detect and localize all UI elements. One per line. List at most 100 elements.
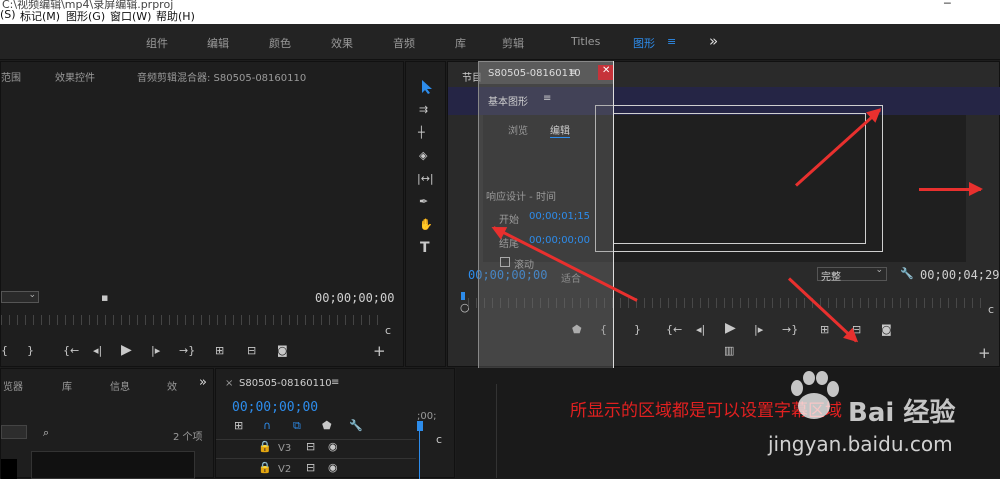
compare-view-icon[interactable]: ▥	[724, 344, 734, 357]
settings-small-icon[interactable]: ▪	[101, 291, 108, 304]
sync-icon-v3[interactable]: ⊟	[306, 440, 315, 453]
workspace-more-icon[interactable]: »	[709, 32, 718, 50]
title-safe-inner	[613, 113, 866, 244]
add-marker-icon[interactable]: ⬟	[322, 419, 332, 432]
timeline-playhead-line	[419, 429, 420, 479]
hand-tool-icon[interactable]: ✋	[419, 218, 433, 231]
workspace-tab-titles[interactable]: Titles	[571, 35, 600, 48]
program-playhead[interactable]	[461, 292, 465, 300]
lock-icon-v2[interactable]: 🔒	[258, 461, 272, 474]
tab-effects[interactable]: 效	[167, 378, 177, 393]
workspace-tab-effects[interactable]: 效果	[331, 35, 353, 51]
menu-item-marker[interactable]: 标记(M)	[20, 8, 60, 24]
baidu-paw-logo	[784, 370, 844, 426]
start-value[interactable]: 00;00;01;15	[529, 211, 590, 222]
annotation-arrow-2	[919, 182, 983, 196]
workspace-menu-icon[interactable]: ≡	[667, 35, 676, 48]
timeline-panel: × S80505-08160110 ≡ 00;00;00;00 ;00; ⊞ ∩…	[215, 368, 455, 479]
play-icon-program[interactable]: ▶	[725, 320, 736, 336]
add-button-icon-program[interactable]: +	[978, 344, 991, 362]
tab-edit[interactable]: 编辑	[550, 122, 570, 138]
track-label-v2: V2	[278, 464, 292, 475]
add-button-icon[interactable]: +	[373, 342, 386, 360]
roll-label: 滚动	[514, 260, 534, 271]
essential-graphics-menu-icon[interactable]: ≡	[569, 67, 577, 78]
tab-scopes[interactable]: 范围	[1, 69, 21, 84]
menu-item-window[interactable]: 窗口(W)	[110, 8, 151, 24]
clip-thumbnail[interactable]	[1, 459, 17, 479]
selection-tool-icon[interactable]	[420, 79, 434, 95]
menu-item-help[interactable]: 帮助(H)	[156, 8, 195, 24]
track-select-tool-icon[interactable]: ⇉	[419, 103, 428, 116]
export-frame-icon[interactable]: ◙	[277, 344, 288, 357]
lock-icon-v3[interactable]: 🔒	[258, 440, 272, 453]
mark-out-icon[interactable]: }	[27, 344, 34, 357]
essential-graphics-sequence: S80505-08160110	[488, 68, 581, 79]
ripple-edit-tool-icon[interactable]: ┼	[418, 126, 425, 139]
pen-tool-icon[interactable]: ✒	[419, 195, 428, 208]
insert-icon[interactable]: ⊞	[215, 344, 224, 357]
go-to-in-icon[interactable]: {←	[63, 344, 79, 357]
roll-checkbox[interactable]	[500, 257, 510, 267]
go-to-out-icon-program[interactable]: →}	[782, 323, 798, 336]
tab-libraries[interactable]: 库	[62, 378, 72, 393]
step-back-icon[interactable]: ◂|	[93, 344, 102, 357]
linked-selection-icon[interactable]: ⧉	[293, 419, 301, 433]
timeline-timecode[interactable]: 00;00;00;00	[232, 400, 318, 415]
watermark-url: jingyan.baidu.com	[768, 432, 953, 456]
project-panel: 览器 库 信息 效 » ⌕ 2 个项	[0, 368, 214, 479]
workspace-tab-graphics[interactable]: 图形	[633, 35, 655, 51]
slip-tool-icon[interactable]: |↔|	[417, 172, 434, 185]
tab-browse[interactable]: 浏览	[508, 122, 528, 137]
go-to-out-icon[interactable]: →}	[179, 344, 195, 357]
minimize-icon[interactable]: ─	[944, 0, 951, 10]
step-forward-icon-program[interactable]: |▸	[754, 323, 763, 336]
menu-bar: C:\视频编辑\mp4\录屏编辑.prproj (S) 标记(M) 图形(G) …	[0, 0, 1000, 24]
timeline-settings-icon[interactable]: 🔧	[349, 419, 363, 432]
find-icon[interactable]: ⌕	[43, 426, 49, 440]
zoom-dropdown[interactable]: ⌄	[1, 290, 39, 303]
source-ruler[interactable]	[1, 315, 385, 325]
eye-icon-v3[interactable]: ◉	[328, 440, 338, 453]
workspace-tab-color[interactable]: 颜色	[269, 35, 291, 51]
end-value[interactable]: 00;00;00;00	[529, 235, 590, 246]
workspace-tab-audio[interactable]: 音频	[393, 35, 415, 51]
workspace-tab-editing[interactable]: 编辑	[207, 35, 229, 51]
mark-out-icon-program[interactable]: }	[634, 323, 641, 336]
export-frame-icon-program[interactable]: ◙	[881, 323, 892, 336]
step-back-icon-program[interactable]: ◂|	[696, 323, 705, 336]
menu-item-graphics[interactable]: 图形(G)	[66, 8, 105, 24]
tab-media-browser[interactable]: 览器	[3, 378, 23, 393]
go-to-in-icon-program[interactable]: {←	[666, 323, 682, 336]
quality-dropdown[interactable]: 完整 ⌄	[817, 265, 887, 283]
step-forward-icon[interactable]: |▸	[151, 344, 160, 357]
essential-graphics-title-menu-icon[interactable]: ≡	[543, 93, 551, 104]
type-tool-icon[interactable]: T	[420, 240, 430, 256]
workspace-tab-libraries[interactable]: 库	[455, 35, 466, 51]
project-search-input[interactable]	[1, 425, 27, 439]
workspace-tab-clip[interactable]: 剪辑	[502, 35, 524, 51]
eye-icon-v2[interactable]: ◉	[328, 461, 338, 474]
clip-thumbnail-2[interactable]	[31, 451, 195, 479]
menu-item-sequence[interactable]: (S)	[0, 8, 16, 21]
workspace-tab-assembly[interactable]: 组件	[146, 35, 168, 51]
razor-tool-icon[interactable]: ◈	[419, 149, 427, 162]
tab-effect-controls[interactable]: 效果控件	[55, 69, 95, 84]
overwrite-icon[interactable]: ⊟	[247, 344, 256, 357]
responsive-design-time-heading: 响应设计 - 时间	[486, 192, 556, 203]
lift-icon[interactable]: ⊞	[820, 323, 829, 336]
timeline-playhead[interactable]	[417, 421, 423, 431]
sync-icon-v2[interactable]: ⊟	[306, 461, 315, 474]
panel-more-icon[interactable]: »	[199, 375, 207, 390]
mark-in-icon[interactable]: {	[1, 344, 8, 357]
timeline-sequence-tab[interactable]: S80505-08160110	[239, 378, 332, 389]
timeline-close-icon[interactable]: ×	[225, 378, 233, 389]
tab-info[interactable]: 信息	[110, 378, 130, 393]
snap-icon[interactable]: ∩	[263, 419, 271, 432]
tab-audio-clip-mixer[interactable]: 音频剪辑混合器: S80505-08160110	[137, 69, 306, 84]
insert-nest-icon[interactable]: ⊞	[234, 419, 243, 432]
play-icon[interactable]: ▶	[121, 342, 132, 358]
wrench-icon[interactable]: 🔧	[900, 267, 914, 280]
close-button[interactable]: ✕	[598, 65, 613, 80]
timeline-menu-icon[interactable]: ≡	[331, 377, 339, 388]
